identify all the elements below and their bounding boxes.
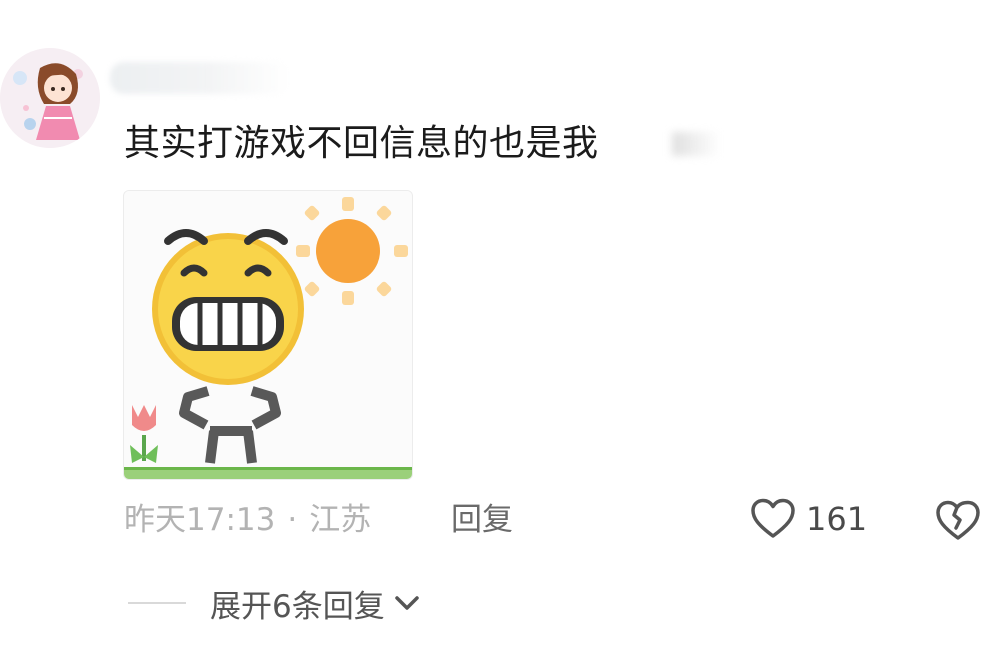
username-blurred[interactable] — [110, 62, 290, 94]
divider-line — [128, 602, 186, 604]
expand-replies[interactable]: 展开6条回复 — [128, 580, 421, 626]
sticker-image[interactable] — [123, 190, 413, 480]
grinning-face-icon — [152, 229, 304, 385]
timestamp: 昨天17:13 — [124, 502, 276, 538]
expand-replies-label: 展开6条回复 — [210, 588, 385, 625]
blur-smudge — [672, 132, 720, 156]
comment-text: 其实打游戏不回信息的也是我 — [124, 123, 599, 164]
dislike-button[interactable] — [934, 496, 982, 544]
comment-meta: 昨天17:13 · 江苏 — [124, 498, 371, 542]
broken-heart-icon — [936, 500, 980, 540]
heart-outline-icon — [751, 498, 795, 538]
avatar[interactable] — [0, 48, 100, 148]
chevron-down-icon — [394, 596, 419, 610]
like-count: 161 — [806, 500, 868, 538]
like-button[interactable]: 161 — [750, 494, 867, 544]
location: 江苏 — [309, 502, 372, 538]
meta-separator: · — [287, 502, 298, 538]
reply-button[interactable]: 回复 — [451, 498, 513, 542]
comment-item: 其实打游戏不回信息的也是我 昨天17:13 · 江苏 回复 161 展开6条回复 — [0, 0, 990, 660]
